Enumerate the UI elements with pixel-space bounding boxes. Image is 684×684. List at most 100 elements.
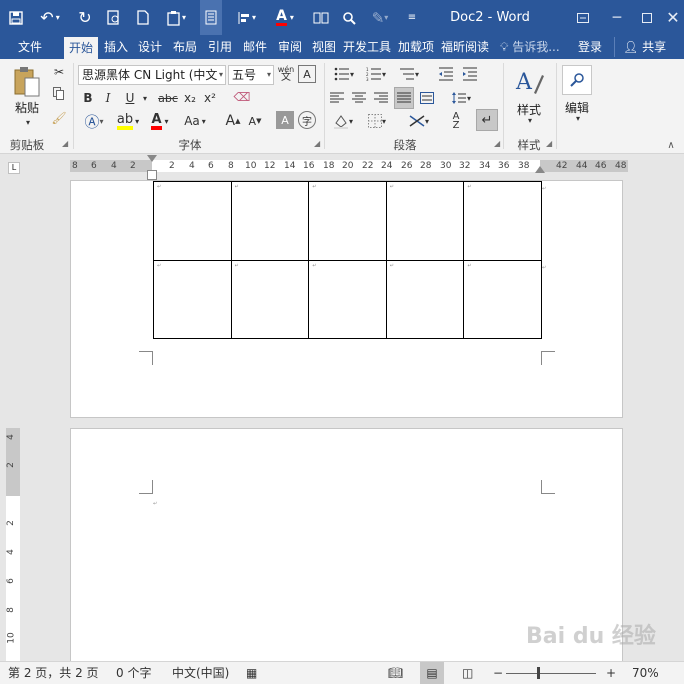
numbering-icon[interactable]: 1 2 3 ▾: [362, 65, 390, 83]
tab-developer[interactable]: 开发工具: [342, 35, 392, 59]
paste-button[interactable]: [10, 65, 44, 99]
font-launcher-icon[interactable]: ◢: [314, 139, 320, 148]
cut-icon[interactable]: ✂: [50, 63, 68, 81]
undo-icon[interactable]: ↶ ▾: [36, 0, 64, 35]
shading-icon[interactable]: ▾: [328, 111, 358, 131]
line-spacing-icon[interactable]: ▾: [446, 89, 476, 107]
show-marks-icon[interactable]: ↵: [476, 109, 498, 131]
subscript-button[interactable]: x₂: [182, 89, 198, 107]
font-color-icon[interactable]: A ▾: [270, 0, 300, 35]
tab-home[interactable]: 开始: [64, 37, 98, 59]
character-border-icon[interactable]: A: [298, 65, 316, 83]
editing-icon[interactable]: [562, 65, 592, 95]
table-cell[interactable]: ↵: [308, 181, 387, 261]
zoom-level[interactable]: 70%: [632, 662, 659, 684]
columns-icon[interactable]: [310, 0, 332, 35]
document-table[interactable]: ↵ ↵ ↵ ↵ ↵ ↵ ↵ ↵ ↵ ↵: [153, 181, 542, 339]
web-layout-icon[interactable]: ◫: [462, 662, 473, 684]
tab-design[interactable]: 设计: [134, 35, 166, 59]
phonetic-guide-button[interactable]: wén 文: [276, 63, 296, 85]
table-cell[interactable]: ↵: [463, 181, 542, 261]
table-cell[interactable]: ↵: [230, 181, 310, 261]
chevron-down-icon[interactable]: ▾: [568, 113, 588, 123]
read-mode-icon[interactable]: 📖︎: [388, 662, 403, 684]
share-button[interactable]: 👤︎ 共享: [614, 37, 684, 57]
strikethrough-button[interactable]: abc: [156, 89, 180, 107]
macro-record-icon[interactable]: ▦: [246, 662, 257, 684]
zoom-slider[interactable]: [506, 673, 596, 674]
align-icon[interactable]: ▾: [234, 0, 260, 35]
character-shading-icon[interactable]: A: [276, 111, 294, 129]
table-cell[interactable]: ↵: [230, 259, 310, 339]
italic-button[interactable]: I: [100, 89, 116, 107]
tab-layout[interactable]: 布局: [168, 35, 202, 59]
new-doc-icon[interactable]: [134, 0, 152, 35]
tab-foxit-reader[interactable]: 福昕阅读: [440, 35, 490, 59]
first-line-indent-marker[interactable]: [147, 155, 157, 162]
clipboard-launcher-icon[interactable]: ◢: [62, 139, 68, 148]
underline-button[interactable]: U: [122, 89, 138, 107]
bullets-icon[interactable]: ▾: [330, 65, 358, 83]
styles-launcher-icon[interactable]: ◢: [546, 139, 552, 148]
format-painter-icon[interactable]: ✎ ▾: [366, 0, 394, 35]
bold-button[interactable]: B: [80, 89, 96, 107]
copy-icon[interactable]: [50, 85, 68, 103]
print-layout-icon[interactable]: ▤: [420, 662, 444, 684]
table-cell[interactable]: ↵: [153, 259, 232, 339]
grow-font-button[interactable]: A ▲: [224, 111, 242, 131]
zoom-out-button[interactable]: −: [493, 662, 503, 684]
tab-review[interactable]: 审阅: [274, 35, 306, 59]
collapse-ribbon-icon[interactable]: ∧: [664, 139, 678, 151]
customize-icon[interactable]: ≡: [404, 0, 420, 35]
table-cell[interactable]: ↵: [385, 181, 465, 261]
tab-mailings[interactable]: 邮件: [238, 35, 272, 59]
tab-file[interactable]: 文件: [8, 35, 52, 59]
paragraph-launcher-icon[interactable]: ◢: [494, 139, 500, 148]
font-size-combo[interactable]: 五号 ▾: [228, 65, 274, 85]
tab-selector[interactable]: L: [8, 162, 20, 174]
language-indicator[interactable]: 中文(中国): [172, 662, 229, 684]
signin-link[interactable]: 登录: [578, 35, 602, 59]
format-painter-icon[interactable]: 🖌︎: [50, 109, 68, 127]
shrink-font-button[interactable]: A ▼: [246, 111, 264, 131]
page-count[interactable]: 第 2 页，共 2 页: [8, 662, 99, 684]
distributed-icon[interactable]: [418, 89, 436, 107]
align-right-icon[interactable]: [372, 89, 390, 107]
borders-icon[interactable]: ▾: [362, 111, 392, 131]
text-effects-icon[interactable]: Ⓐ ▾: [80, 111, 108, 131]
find-icon[interactable]: [340, 0, 358, 35]
sort-icon[interactable]: AZ: [446, 111, 466, 131]
paste-icon[interactable]: ▾: [162, 0, 190, 35]
word-count[interactable]: 0 个字: [116, 662, 151, 684]
view-icon[interactable]: [200, 0, 222, 35]
tab-insert[interactable]: 插入: [100, 35, 132, 59]
chinese-layout-icon[interactable]: ▾: [404, 111, 434, 131]
chevron-down-icon[interactable]: ▾: [140, 89, 150, 107]
zoom-in-button[interactable]: +: [606, 662, 616, 684]
vertical-ruler[interactable]: 4 2 2 4 6 8 10: [6, 428, 20, 664]
superscript-button[interactable]: x²: [202, 89, 218, 107]
print-preview-icon[interactable]: [104, 0, 124, 35]
table-cell[interactable]: ↵: [385, 259, 465, 339]
minimize-icon[interactable]: ─: [600, 0, 634, 35]
multilevel-list-icon[interactable]: ▾: [394, 65, 424, 83]
redo-icon[interactable]: ↻: [76, 0, 94, 35]
paste-dropdown-icon[interactable]: ▾: [18, 116, 38, 128]
right-indent-marker[interactable]: [535, 166, 545, 173]
align-left-icon[interactable]: [328, 89, 346, 107]
save-icon[interactable]: [6, 0, 26, 35]
tab-view[interactable]: 视图: [308, 35, 340, 59]
enclose-characters-icon[interactable]: 字: [298, 111, 316, 129]
font-name-combo[interactable]: 思源黑体 CN Light (中文 ▾: [78, 65, 226, 85]
table-cell[interactable]: ↵: [463, 259, 542, 339]
table-cell[interactable]: ↵: [308, 259, 387, 339]
zoom-slider-thumb[interactable]: [537, 667, 540, 679]
change-case-button[interactable]: Aa ▾: [180, 111, 210, 131]
justify-icon[interactable]: [394, 87, 414, 109]
tab-addins[interactable]: 加载项: [394, 35, 438, 59]
increase-indent-icon[interactable]: [460, 65, 480, 83]
clear-formatting-icon[interactable]: ⌫: [232, 87, 252, 107]
tab-references[interactable]: 引用: [204, 35, 236, 59]
chevron-down-icon[interactable]: ▾: [520, 115, 540, 125]
close-icon[interactable]: ✕: [656, 0, 684, 35]
